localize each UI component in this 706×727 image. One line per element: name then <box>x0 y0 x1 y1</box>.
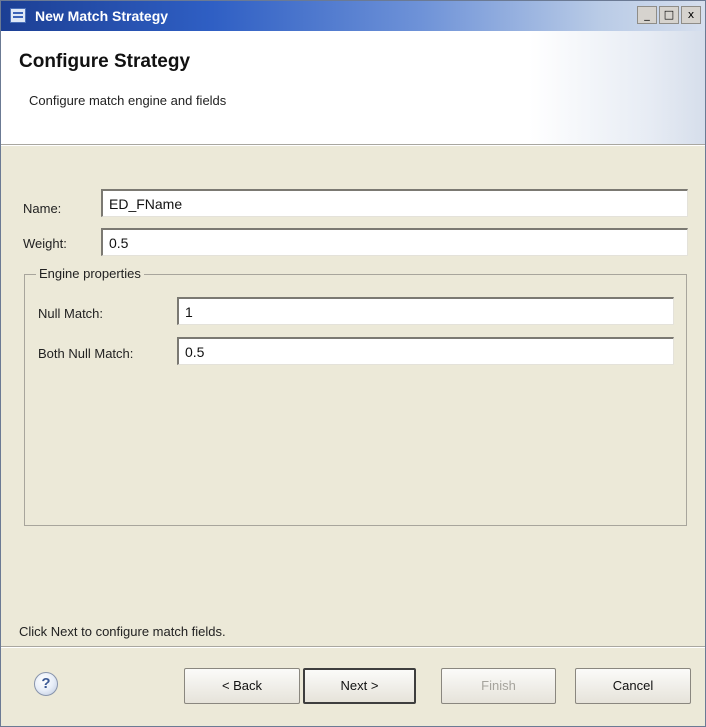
engine-properties-legend: Engine properties <box>36 266 144 281</box>
new-match-strategy-dialog: New Match Strategy _ □ x Configure Strat… <box>0 0 706 727</box>
weight-input[interactable] <box>101 228 688 256</box>
window-controls: _ □ x <box>637 6 701 24</box>
window-title: New Match Strategy <box>35 8 169 24</box>
weight-label: Weight: <box>23 236 67 251</box>
name-input[interactable] <box>101 189 688 217</box>
null-match-input[interactable] <box>177 297 674 325</box>
wizard-header: Configure Strategy Configure match engin… <box>1 31 705 145</box>
header-divider <box>1 145 705 146</box>
page-title: Configure Strategy <box>19 51 191 72</box>
both-null-match-input[interactable] <box>177 337 674 365</box>
page-description: Configure match engine and fields <box>29 93 227 108</box>
title-bar[interactable]: New Match Strategy _ □ x <box>1 1 705 31</box>
window-icon <box>10 8 26 23</box>
null-match-label: Null Match: <box>38 306 104 321</box>
back-button[interactable]: < Back <box>184 668 300 704</box>
both-null-match-label: Both Null Match: <box>38 346 134 361</box>
cancel-button[interactable]: Cancel <box>575 668 691 704</box>
help-icon[interactable]: ? <box>34 672 58 696</box>
button-bar-separator <box>1 646 705 648</box>
next-button[interactable]: Next > <box>303 668 416 704</box>
maximize-button[interactable]: □ <box>659 6 679 24</box>
finish-button[interactable]: Finish <box>441 668 556 704</box>
close-button[interactable]: x <box>681 6 701 24</box>
name-label: Name: <box>23 201 62 216</box>
minimize-button[interactable]: _ <box>637 6 657 24</box>
status-message: Click Next to configure match fields. <box>19 624 226 639</box>
